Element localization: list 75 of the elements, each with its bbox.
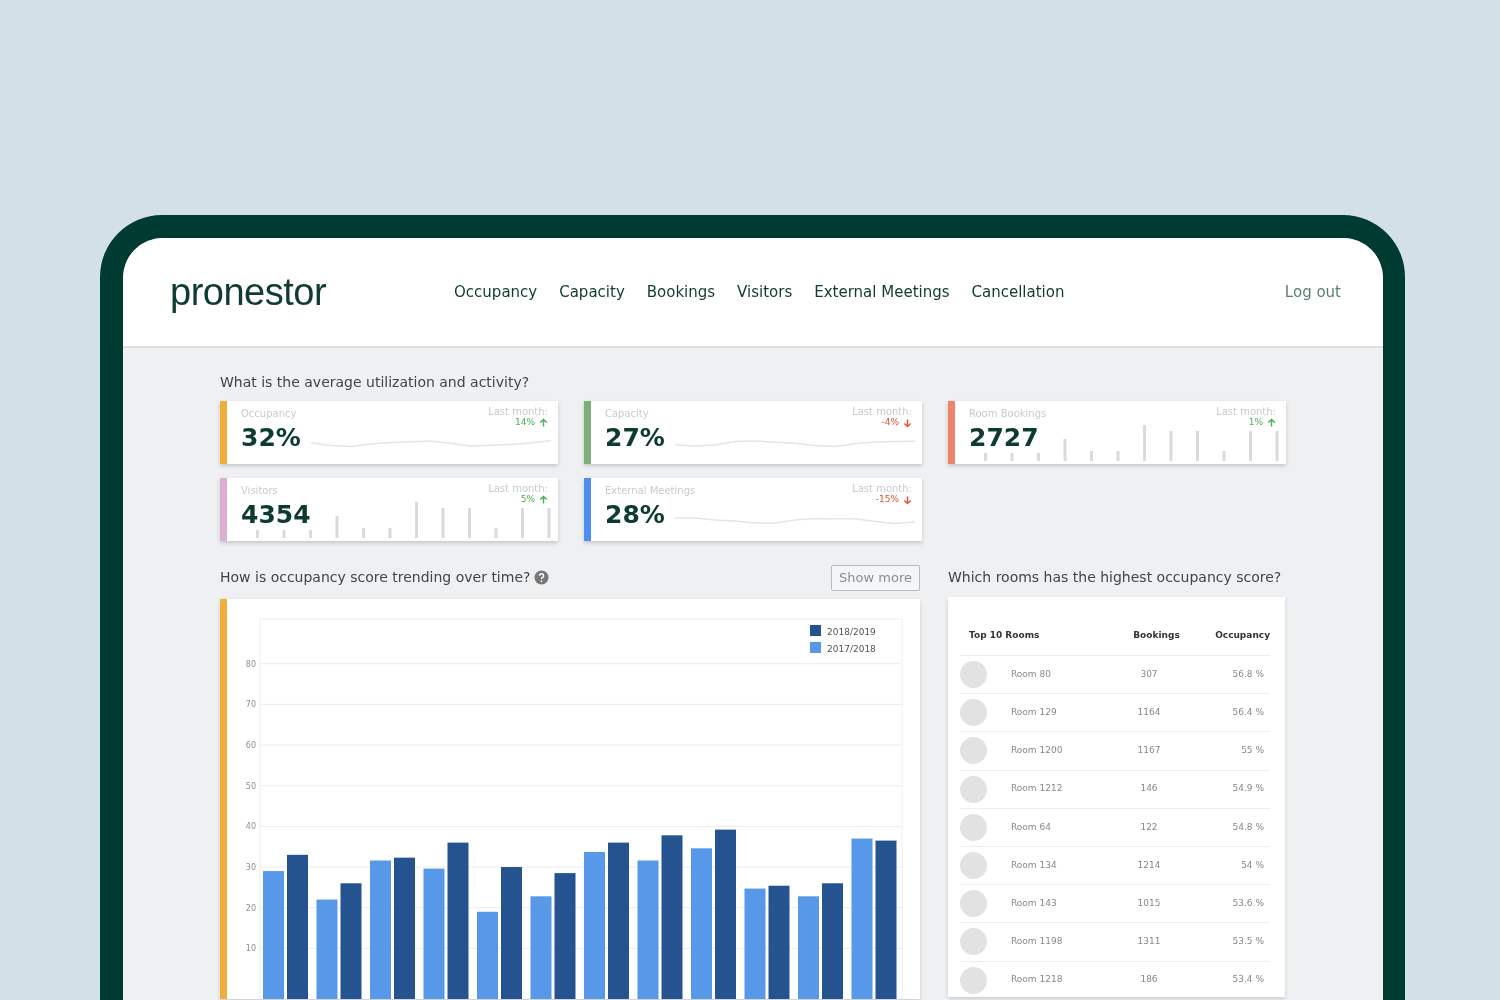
section-question: How is occupancy score trending over time?: [220, 568, 531, 588]
nav-link[interactable]: Bookings: [646, 280, 716, 304]
change-value: 14%: [515, 418, 535, 428]
y-tick-label: 10: [245, 943, 256, 953]
table-cell-text: 53.6 %: [1231, 896, 1264, 910]
table-cell-text: 186: [1139, 973, 1159, 987]
kpi-value: 4354: [241, 502, 311, 527]
change-value: -15%: [875, 495, 899, 505]
y-tick-label: 30: [245, 862, 256, 872]
table-cell-text: 53.4 %: [1231, 973, 1264, 987]
y-tick-label: 60: [245, 740, 256, 750]
room-avatar: [960, 775, 987, 803]
y-tick-label: 40: [245, 821, 256, 831]
legend-label: 2017/2018: [827, 643, 876, 654]
logo: pronestor: [170, 269, 327, 315]
room-name: Room 1200: [1010, 744, 1064, 758]
kpi-title: Capacity: [605, 407, 650, 421]
table-cell-text: 1311: [1136, 935, 1162, 949]
kpi-value: 28%: [605, 502, 666, 527]
room-name: Room 64: [1010, 820, 1052, 834]
room-name: Room 129: [1010, 706, 1058, 720]
kpi-title: Room Bookings: [969, 407, 1047, 421]
help-icon[interactable]: [534, 570, 550, 586]
y-tick-label: 80: [245, 659, 256, 669]
change-value: 1%: [1248, 418, 1263, 428]
table-cell-text: 1015: [1136, 896, 1162, 910]
table-cell-text: 1167: [1136, 744, 1162, 758]
section-question: Which rooms has the highest occupancy score?: [948, 568, 1283, 587]
kpi-value: 32%: [241, 425, 301, 450]
kpi-title: Visitors: [241, 484, 279, 498]
kpi-value: 2727: [969, 425, 1040, 450]
room-avatar: [960, 737, 987, 765]
room-name: Room 1198: [1010, 935, 1064, 949]
table-cell-text: 54.8 %: [1231, 820, 1264, 834]
column-header: Occupancy: [1214, 629, 1270, 643]
room-avatar: [960, 966, 987, 994]
room-avatar: [960, 813, 987, 841]
table-cell-text: 1164: [1136, 706, 1162, 720]
change-value: -4%: [881, 418, 899, 428]
change-value: 5%: [520, 495, 535, 505]
room-avatar: [960, 661, 987, 689]
nav-link[interactable]: Occupancy: [454, 280, 538, 304]
column-header: Top 10 Rooms: [969, 629, 1041, 643]
room-name: Room 1218: [1010, 973, 1064, 987]
table-cell-text: 122: [1139, 820, 1159, 834]
kpi-title: External Meetings: [605, 484, 696, 498]
room-name: Room 143: [1010, 896, 1058, 910]
room-avatar: [960, 852, 987, 880]
table-cell-text: 55 %: [1240, 744, 1264, 758]
nav-link[interactable]: Visitors: [737, 280, 793, 304]
section-question: What is the average utilization and activity?: [220, 373, 531, 392]
table-cell-text: 53.5 %: [1231, 935, 1264, 949]
table-cell-text: 307: [1139, 667, 1159, 681]
room-name: Room 1212: [1010, 782, 1064, 796]
room-name: Room 134: [1010, 858, 1058, 872]
table-cell-text: 1214: [1136, 858, 1162, 872]
table-cell-text: 56.8 %: [1231, 667, 1264, 681]
room-avatar: [960, 699, 987, 727]
table-cell-text: 54 %: [1240, 858, 1264, 872]
nav-link[interactable]: Capacity: [559, 280, 625, 304]
legend-label: 2018/2019: [827, 626, 876, 637]
y-tick-label: 20: [245, 903, 256, 913]
table-cell-text: 56.4 %: [1231, 706, 1264, 720]
nav-link[interactable]: Cancellation: [971, 280, 1065, 304]
y-tick-label: 50: [245, 781, 256, 791]
table-cell-text: 146: [1139, 782, 1159, 796]
kpi-value: 27%: [605, 425, 665, 450]
y-tick-label: 70: [245, 700, 256, 709]
column-header: Bookings: [1132, 629, 1181, 643]
nav-link[interactable]: External Meetings: [814, 280, 950, 304]
room-name: Room 80: [1010, 667, 1052, 681]
room-avatar: [960, 890, 987, 918]
room-avatar: [960, 928, 987, 956]
table-cell-text: 54.9 %: [1231, 782, 1264, 796]
logout-link[interactable]: Log out: [1284, 280, 1341, 304]
